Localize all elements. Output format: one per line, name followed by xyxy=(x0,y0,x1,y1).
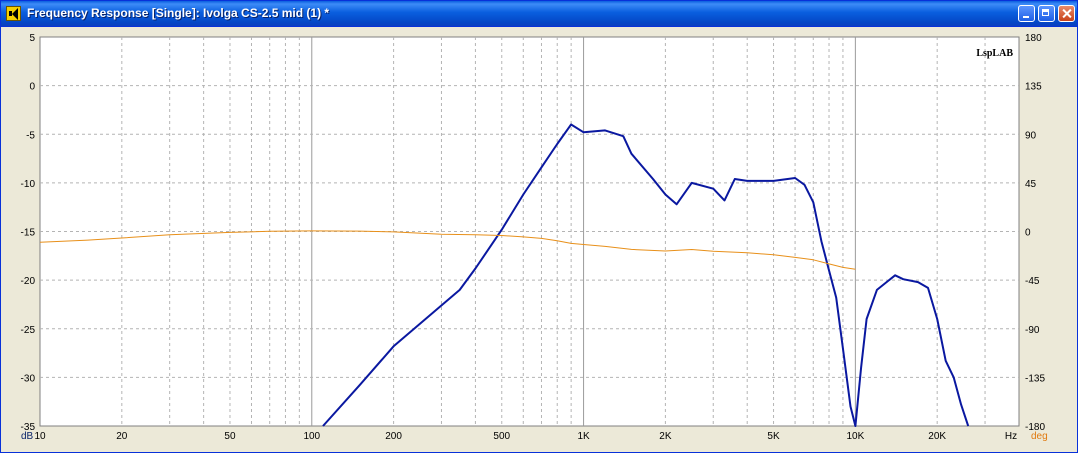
y-right-tick-label: -45 xyxy=(1025,276,1040,287)
y-right-unit-label: deg xyxy=(1031,431,1048,442)
x-tick-label: 200 xyxy=(385,431,402,442)
speaker-icon[interactable] xyxy=(6,6,21,21)
x-tick-label: 20K xyxy=(928,431,946,442)
title-bar[interactable]: Frequency Response [Single]: Ivolga CS-2… xyxy=(1,1,1077,27)
x-tick-label: 50 xyxy=(224,431,236,442)
chart-area: 10 20 50 100 200 500 1K 2K 5K 10K 20K 5 0 -5 -10 -15 -20… xyxy=(3,27,1075,452)
x-tick-label: 500 xyxy=(493,431,510,442)
window: Frequency Response [Single]: Ivolga CS-2… xyxy=(0,0,1078,453)
x-tick-label: 2K xyxy=(659,431,672,442)
y-right-tick-label: 0 xyxy=(1025,228,1031,239)
y-right-tick-label: -135 xyxy=(1025,373,1045,384)
maximize-button[interactable] xyxy=(1038,5,1055,22)
y-left-tick-label: -25 xyxy=(21,325,36,336)
x-tick-label: 10 xyxy=(34,431,46,442)
y-left-tick-label: -30 xyxy=(21,373,36,384)
y-right-tick-label: 90 xyxy=(1025,130,1037,141)
chart-watermark: LspLAB xyxy=(976,48,1013,59)
x-tick-label: 20 xyxy=(116,431,128,442)
minimize-button[interactable] xyxy=(1018,5,1035,22)
window-title: Frequency Response [Single]: Ivolga CS-2… xyxy=(27,6,330,20)
y-left-tick-label: 5 xyxy=(29,33,35,44)
x-tick-label: 5K xyxy=(767,431,780,442)
y-right-tick-label: -90 xyxy=(1025,325,1040,336)
x-tick-label: 1K xyxy=(577,431,590,442)
y-right-tick-label: 180 xyxy=(1025,33,1042,44)
y-right-tick-label: 45 xyxy=(1025,179,1037,190)
y-left-tick-label: -5 xyxy=(26,130,35,141)
y-left-unit-label: dB xyxy=(21,431,34,442)
frequency-response-chart[interactable]: 10 20 50 100 200 500 1K 2K 5K 10K 20K50-5-10-15-20… xyxy=(3,27,1075,452)
y-left-tick-label: -20 xyxy=(21,276,36,287)
y-left-tick-label: -10 xyxy=(21,179,36,190)
x-tick-label: 100 xyxy=(303,431,320,442)
y-right-tick-label: 135 xyxy=(1025,82,1042,93)
y-left-tick-label: 0 xyxy=(29,82,35,93)
x-tick-label: 10K xyxy=(846,431,864,442)
x-unit-label: Hz xyxy=(1005,431,1017,442)
close-button[interactable] xyxy=(1058,5,1075,22)
y-left-tick-label: -15 xyxy=(21,228,36,239)
